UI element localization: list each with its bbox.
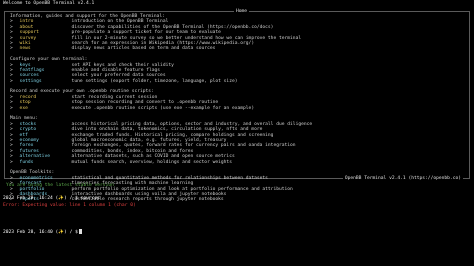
command-name[interactable]: exe [16,106,72,111]
home-menu-frame: Home Information, guides and support for… [4,9,470,202]
command-description: execute .openbb routine scripts (use exe… [71,105,255,111]
error-message: Error: Expecting value: line 1 column 1 … [3,203,136,208]
command-description: statistical and quantitative methods for… [71,175,268,181]
text-cursor[interactable] [78,229,82,234]
prompt-line-1: 2023 Feb 28, 16:24 (✨) / $ sources [3,196,100,201]
command-name[interactable]: settings [16,79,72,84]
frame-footer: OpenBB Terminal v2.4.1 (https://openbb.c… [342,175,463,181]
command-description: exchange traded funds. Historical pricin… [71,132,274,138]
menu-lines: Information, guides and support for the … [10,14,312,203]
prompt-text: 2023 Feb 28, 16:40 (✨) / $ [3,230,78,235]
command-description: mutual funds search, overview, holdings … [71,159,232,165]
command-description: dive into onchain data, tokenomics, circ… [71,127,263,133]
command-description: stop session recording and convert to .o… [71,100,219,106]
version-status: You are using the latest stable version [6,183,114,188]
command-description: set API keys and check their validity [71,62,174,68]
command-description: introduction on the OpenBB Terminal [71,19,169,25]
command-description: foreign exchanges, quotes, forward rates… [71,143,296,149]
command-description: tune settings (export folder, timezone, … [71,78,238,84]
command-description: pre-populate a support ticket for our te… [71,30,221,36]
prompt-line-2[interactable]: 2023 Feb 28, 16:40 (✨) / $ [3,229,82,235]
command-description: display news articles based on term and … [71,46,216,52]
command-name[interactable]: funds [16,160,72,165]
command-name[interactable]: news [16,46,72,51]
command-description: select your preferred data sources [71,73,166,79]
window-title: Welcome to OpenBB Terminal v2.4.1 [3,1,95,6]
command-description: fill in our 2-minute survey so we better… [71,35,302,41]
command-description: alternative datasets, such as COVID and … [71,154,235,160]
